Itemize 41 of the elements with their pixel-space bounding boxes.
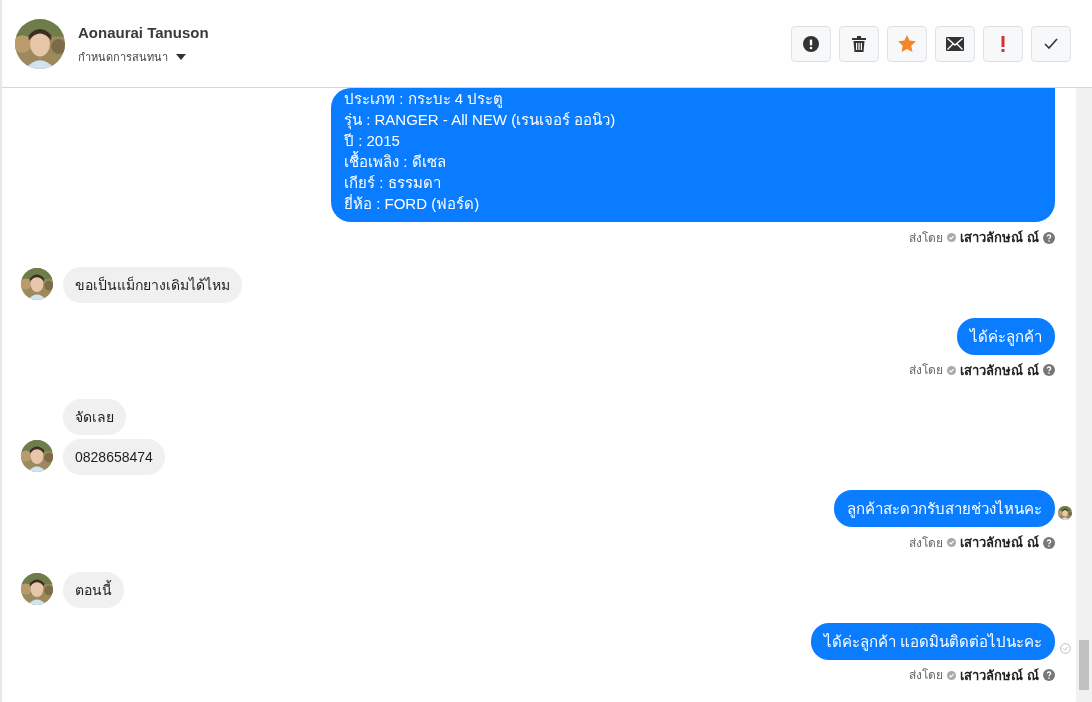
caret-icon	[176, 53, 186, 60]
message-bubble: ประเภท : กระบะ 4 ประตู รุ่น : RANGER - All NEW (เรนเจอร์ ออนิว) ปี : 2015 เชื้อเพลิง : ดีเซล เกียร์ : ธรรมดา ยี่ห้อ : FORD (ฟอร์ด)	[331, 88, 1055, 222]
check-icon	[947, 233, 957, 243]
sender-name: เสาวลักษณ์ ณ์	[960, 534, 1039, 552]
sent-by-label: ส่งโดย	[909, 667, 944, 685]
trash-icon	[852, 35, 866, 52]
important-button[interactable]	[983, 25, 1023, 62]
message-bubble: ได้ค่ะลูกค้า	[957, 317, 1055, 355]
sender-name: เสาวลักษณ์ ณ์	[960, 666, 1039, 685]
sent-by-label: ส่งโดย	[909, 534, 944, 552]
message-bubble: ตอนนี้	[63, 571, 124, 608]
mail-button[interactable]	[935, 25, 975, 62]
check-icon	[947, 538, 957, 548]
sender-name: เสาวลักษณ์ ณ์	[960, 229, 1039, 247]
sent-by-label: ส่งโดย	[909, 362, 944, 380]
contact-name: Aonaurai Tanuson	[78, 23, 210, 43]
star-button[interactable]	[887, 25, 927, 62]
message-bubble: ขอเป็นแม็กยางเดิมได้ไหม	[63, 266, 242, 303]
conversation-menu[interactable]: กำหนดการสนทนา	[78, 48, 186, 65]
message-bubble: ลูกค้าสะดวกรับสายช่วงไหนคะ	[834, 490, 1055, 527]
check-icon	[1044, 38, 1058, 49]
check-icon	[947, 365, 957, 375]
envelope-icon	[946, 36, 964, 51]
delete-button[interactable]	[839, 25, 879, 62]
exclamation-icon	[1001, 35, 1005, 52]
sent-by-label: ส่งโดย	[909, 229, 944, 247]
scrollbar-thumb[interactable]	[1079, 640, 1089, 690]
sender-name: เสาวลักษณ์ ณ์	[960, 361, 1039, 380]
message-bubble: จัดเลย	[63, 399, 126, 435]
alert-icon	[803, 35, 819, 52]
message-bubble: 0828658474	[63, 439, 165, 475]
help-icon[interactable]	[1043, 536, 1055, 549]
star-icon	[898, 35, 916, 52]
message-bubble: ได้ค่ะลูกค้า แอดมินติดต่อไปนะคะ	[810, 622, 1055, 660]
help-icon[interactable]	[1043, 669, 1055, 682]
done-button[interactable]	[1031, 25, 1071, 62]
scrollbar[interactable]	[1076, 88, 1092, 702]
alert-button[interactable]	[791, 25, 831, 62]
help-icon[interactable]	[1043, 364, 1055, 377]
check-icon	[947, 670, 957, 680]
help-icon[interactable]	[1043, 231, 1055, 244]
